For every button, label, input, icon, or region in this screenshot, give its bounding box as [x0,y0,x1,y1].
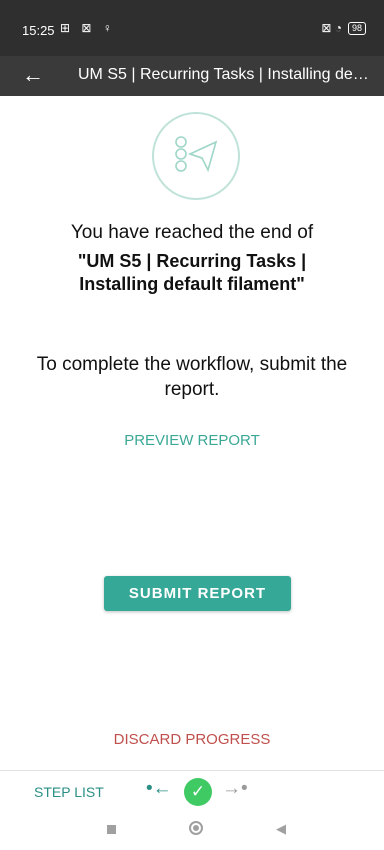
preview-report-link[interactable]: PREVIEW REPORT [100,432,284,449]
status-bar: 15:25 ⊞ ⊠ ♀ ⊠ ◔ 98 [0,0,384,56]
status-time: 15:25 [22,23,55,38]
page-title: UM S5 | Recurring Tasks | Installing def… [78,66,372,83]
signal-wifi-icon: ⊠ ◔ [321,21,342,35]
complete-message: To complete the workflow, submit the rep… [36,354,348,400]
home-icon[interactable] [189,821,203,835]
app-bar: ← UM S5 | Recurring Tasks | Installing d… [0,56,384,96]
step-complete-icon[interactable]: ✓ [184,778,212,806]
submit-report-button[interactable]: SUBMIT REPORT [104,576,291,611]
back-arrow-icon[interactable]: ← [22,63,44,87]
system-navigation-bar: ◀ [0,812,384,850]
step-navigation-bar: STEP LIST •← ✓ →• [0,770,384,813]
workflow-send-icon [152,112,240,200]
status-system-icons: ⊠ ◔ 98 [321,21,366,35]
discard-progress-link[interactable]: DISCARD PROGRESS [92,731,292,748]
recent-apps-icon[interactable] [107,825,116,834]
next-step-icon[interactable]: →• [222,778,248,800]
previous-step-icon[interactable]: •← [146,778,172,800]
battery-icon: 98 [347,21,366,35]
end-message: You have reached the end of [70,222,314,243]
status-notification-icons: ⊞ ⊠ ♀ [60,21,116,35]
workflow-name: "UM S5 | Recurring Tasks | Installing de… [77,251,307,294]
step-list-button[interactable]: STEP LIST [34,784,104,800]
system-back-icon[interactable]: ◀ [276,821,286,837]
